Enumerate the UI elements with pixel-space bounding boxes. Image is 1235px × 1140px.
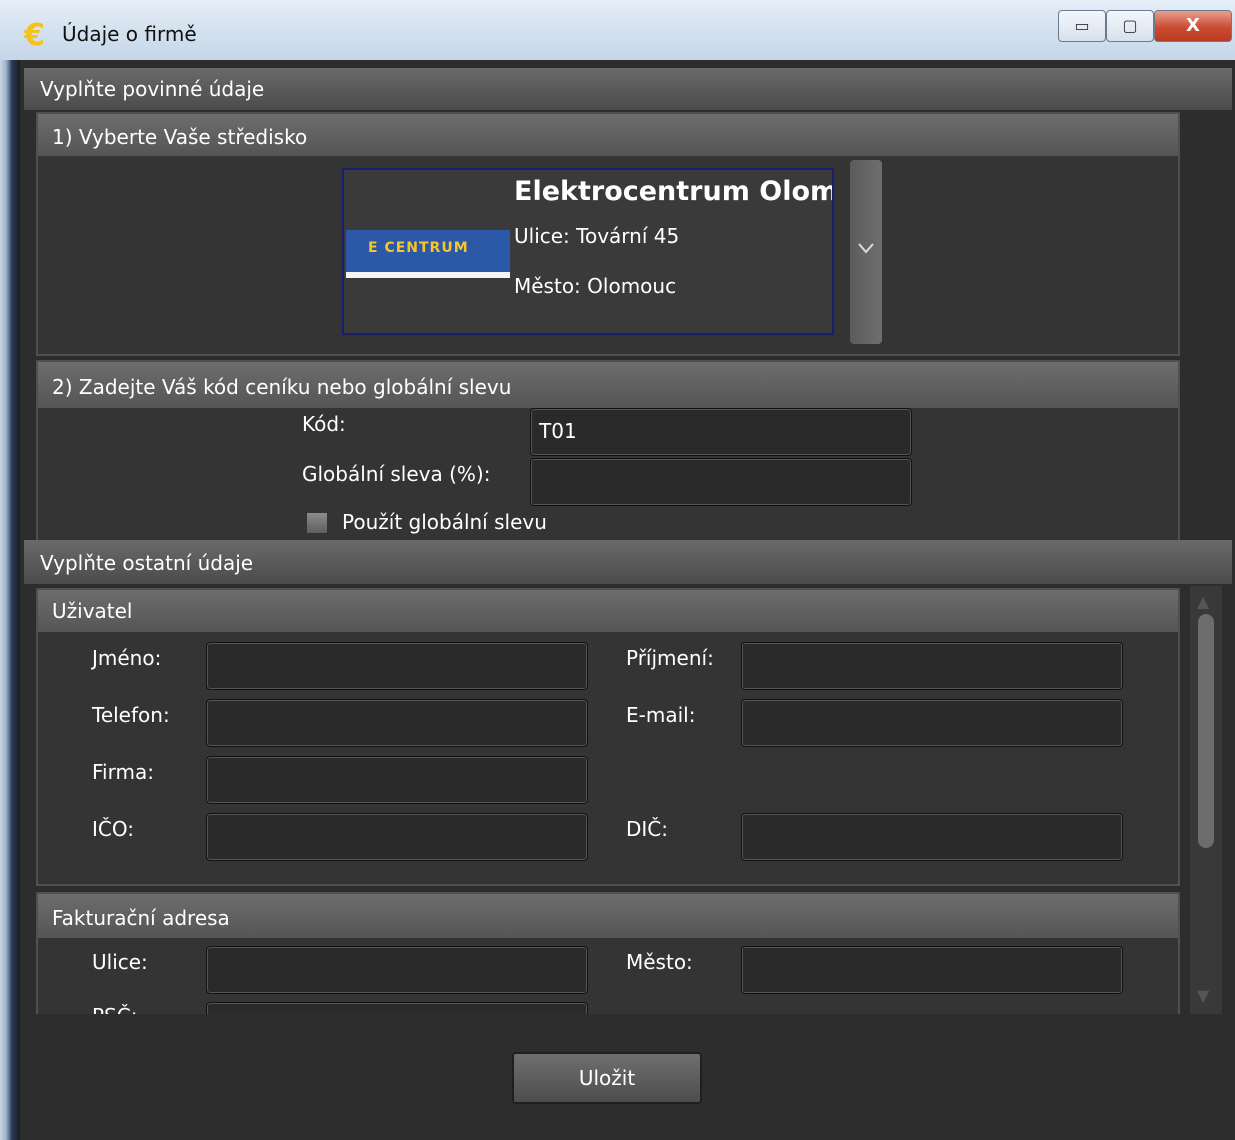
- user-group-header: Uživatel: [38, 590, 1178, 632]
- maximize-button[interactable]: ▢: [1106, 10, 1154, 42]
- billing-city-input[interactable]: [741, 946, 1123, 994]
- store-selector[interactable]: E CENTRUM Elektrocentrum Olomouc Ulice: …: [342, 168, 834, 335]
- other-section-header: Vyplňte ostatní údaje: [24, 540, 1232, 584]
- last-name-label: Příjmení:: [626, 646, 714, 670]
- billing-street-input[interactable]: [206, 946, 588, 994]
- billing-group-header: Fakturační adresa: [38, 894, 1178, 938]
- window-left-edge: [0, 60, 20, 1140]
- discount-label: Globální sleva (%):: [302, 462, 491, 486]
- store-logo-text: E CENTRUM: [368, 240, 469, 256]
- billing-zip-input[interactable]: [206, 1002, 588, 1014]
- minimize-button[interactable]: ▭: [1058, 10, 1106, 42]
- scrollbar-thumb[interactable]: [1198, 614, 1214, 848]
- pricing-group-header: 2) Zadejte Váš kód ceníku nebo globální …: [38, 362, 1178, 408]
- billing-group-viewport: Fakturační adresa Ulice: Město: PSČ:: [36, 892, 1180, 1014]
- ico-input[interactable]: [206, 813, 588, 861]
- store-logo: E CENTRUM: [346, 230, 510, 278]
- dic-input[interactable]: [741, 813, 1123, 861]
- code-label: Kód:: [302, 412, 346, 436]
- email-label: E-mail:: [626, 703, 696, 727]
- store-street: Ulice: Tovární 45: [514, 224, 680, 248]
- phone-input[interactable]: [206, 699, 588, 747]
- ico-label: IČO:: [92, 817, 134, 841]
- dic-label: DIČ:: [626, 817, 669, 841]
- store-dropdown-button[interactable]: [850, 160, 882, 344]
- store-city: Město: Olomouc: [514, 274, 677, 298]
- billing-street-label: Ulice:: [92, 950, 148, 974]
- store-name: Elektrocentrum Olomouc: [514, 176, 832, 207]
- scroll-down-arrow-icon[interactable]: ▼: [1197, 986, 1209, 1005]
- billing-city-label: Město:: [626, 950, 693, 974]
- use-discount-checkbox[interactable]: [306, 512, 328, 534]
- phone-label: Telefon:: [92, 703, 170, 727]
- billing-zip-label: PSČ:: [92, 1004, 137, 1014]
- chevron-down-icon: [858, 243, 874, 254]
- use-discount-label: Použít globální slevu: [342, 510, 547, 534]
- last-name-input[interactable]: [741, 642, 1123, 690]
- close-button[interactable]: X: [1154, 10, 1232, 42]
- email-input[interactable]: [741, 699, 1123, 747]
- first-name-input[interactable]: [206, 642, 588, 690]
- code-input[interactable]: T01: [530, 408, 912, 456]
- required-section-header: Vyplňte povinné údaje: [24, 68, 1232, 110]
- company-input[interactable]: [206, 756, 588, 804]
- window-title: Údaje o firmě: [62, 22, 197, 46]
- first-name-label: Jméno:: [92, 646, 162, 670]
- scroll-up-arrow-icon[interactable]: ▲: [1197, 592, 1209, 611]
- discount-input[interactable]: [530, 458, 912, 506]
- company-label: Firma:: [92, 760, 154, 784]
- save-button[interactable]: Uložit: [512, 1052, 702, 1104]
- euro-icon: €: [24, 18, 45, 53]
- store-group-header: 1) Vyberte Vaše středisko: [38, 114, 1178, 156]
